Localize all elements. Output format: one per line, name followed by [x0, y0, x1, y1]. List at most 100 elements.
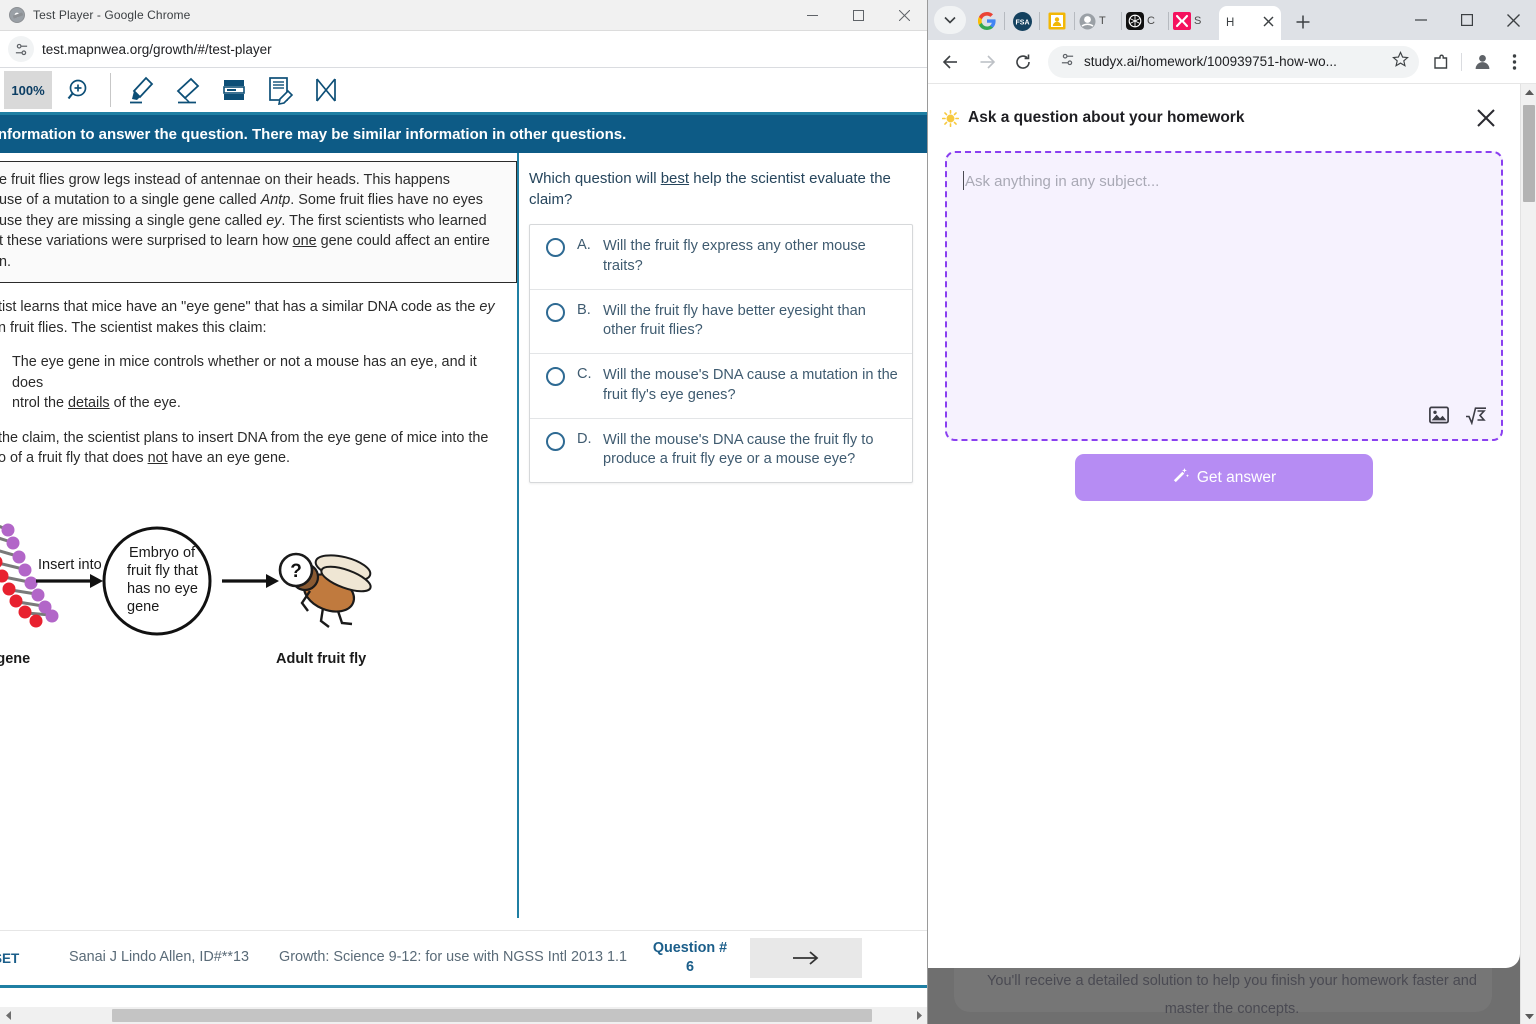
contact-card-icon	[1048, 12, 1066, 30]
scroll-up-arrow[interactable]	[1521, 84, 1536, 100]
experiment-diagram: se eye gene Insert into Embryo of fruit …	[0, 511, 428, 691]
modal-header: Ask a question about your homework	[928, 84, 1520, 132]
omnibox[interactable]: studyx.ai/homework/100939751-how-wo...	[1048, 45, 1419, 78]
tab-t[interactable]: T	[1075, 4, 1121, 38]
maximize-button[interactable]	[1444, 0, 1490, 40]
minimize-button[interactable]	[1398, 0, 1444, 40]
choice-letter-c: C.	[577, 366, 592, 383]
vertical-scrollbar[interactable]	[1520, 84, 1536, 1024]
radio-button-b[interactable]	[546, 302, 565, 322]
left-window-url[interactable]: test.mapnwea.org/growth/#/test-player	[42, 42, 272, 57]
extensions-icon[interactable]	[1425, 46, 1457, 78]
tab-google[interactable]	[970, 4, 1004, 38]
choice-letter-d: D.	[577, 430, 592, 447]
tab-chatgpt[interactable]: C	[1122, 4, 1168, 38]
tab-close-icon[interactable]	[1263, 14, 1274, 32]
profile-icon[interactable]	[1466, 46, 1498, 78]
choice-text-a: Will the fruit fly express any other mou…	[603, 238, 866, 275]
test-player-body: e fruit flies grow legs instead of anten…	[0, 153, 927, 918]
tab-t-label: T	[1099, 15, 1106, 27]
close-icon[interactable]	[1472, 104, 1500, 132]
image-upload-icon[interactable]	[1429, 406, 1449, 424]
back-icon[interactable]	[934, 45, 968, 79]
get-answer-label: Get answer	[1196, 468, 1277, 486]
claim-underline-details: details	[68, 395, 110, 412]
tab-homework[interactable]: H	[1219, 6, 1281, 40]
answer-choice-c[interactable]: C. Will the mouse's DNA cause a mutation…	[530, 354, 912, 419]
cross-out-icon[interactable]	[303, 70, 349, 110]
input-tools	[1429, 405, 1487, 425]
bookmark-star-icon[interactable]	[1392, 50, 1409, 73]
next-question-button[interactable]	[750, 938, 862, 978]
scroll-right-arrow[interactable]	[911, 1007, 927, 1024]
new-tab-button[interactable]	[1289, 8, 1317, 36]
horizontal-scrollbar[interactable]	[0, 1007, 927, 1024]
question-input-area[interactable]: Ask anything in any subject...	[945, 151, 1503, 441]
para1-gene-ey: ey	[479, 299, 495, 316]
para1-line2: n fruit flies. The scientist makes this …	[0, 319, 267, 336]
scroll-left-arrow[interactable]	[0, 1007, 17, 1024]
question-number-label: Question #	[652, 939, 728, 956]
answer-choice-a[interactable]: A. Will the fruit fly express any other …	[530, 225, 912, 290]
close-button[interactable]	[1490, 0, 1536, 40]
highlighter-icon[interactable]	[119, 70, 165, 110]
test-player-toolbar: 100%	[0, 68, 927, 115]
question-input-placeholder: Ask anything in any subject...	[965, 173, 1160, 190]
radio-button-a[interactable]	[546, 238, 565, 258]
tab-search-chevron-icon[interactable]	[934, 6, 966, 34]
chrome-menu-icon[interactable]	[1498, 46, 1530, 78]
forward-icon[interactable]	[970, 45, 1004, 79]
scroll-down-arrow[interactable]	[1521, 1008, 1536, 1024]
plan-line-2b: have an eye gene.	[167, 449, 291, 466]
radio-button-d[interactable]	[546, 431, 565, 451]
close-button[interactable]	[881, 0, 927, 31]
eraser-icon[interactable]	[165, 70, 211, 110]
math-formula-icon[interactable]	[1465, 405, 1487, 425]
site-settings-icon[interactable]	[1060, 52, 1075, 72]
stimulus-paragraph-1: tist learns that mice have an "eye gene"…	[0, 297, 517, 338]
page-viewport: S You'll receive a detailed solution to …	[928, 84, 1536, 1024]
tab-studyx[interactable]: S	[1169, 4, 1215, 38]
horizontal-scroll-thumb[interactable]	[112, 1009, 872, 1022]
toolbar-divider	[110, 73, 111, 107]
banner-text: ne information to answer the question. T…	[0, 125, 627, 143]
site-settings-icon[interactable]	[8, 36, 34, 62]
answer-choices-list: A. Will the fruit fly express any other …	[529, 224, 913, 483]
tab-chatgpt-label: C	[1147, 15, 1155, 27]
line-reader-icon[interactable]	[211, 70, 257, 110]
fruit-fly-icon: ?	[278, 552, 372, 628]
minimize-button[interactable]	[789, 0, 835, 31]
left-window-titlebar: Test Player - Google Chrome	[0, 0, 927, 31]
get-answer-button[interactable]: Get answer	[1075, 454, 1373, 501]
embryo-label-l4: gene	[127, 599, 159, 615]
ask-question-modal: Ask a question about your homework Ask a…	[928, 84, 1520, 968]
horizontal-scroll-track[interactable]	[17, 1007, 911, 1024]
claim-line-2a: ntrol the	[12, 395, 68, 412]
choice-letter-a: A.	[577, 237, 591, 254]
reset-button[interactable]: ESET	[0, 951, 54, 966]
magnifier-plus-icon[interactable]	[56, 70, 102, 110]
boxed-underline-one: one	[292, 233, 317, 250]
studyx-chrome-window: FSA T C S H studyx.ai/homework/100939751…	[928, 0, 1536, 1024]
test-player-footer: ESET Sanai J Lindo Allen, ID#**13 Growth…	[0, 930, 927, 988]
maximize-button[interactable]	[835, 0, 881, 31]
reload-icon[interactable]	[1006, 45, 1040, 79]
tab-contacts[interactable]	[1040, 4, 1074, 38]
notepad-icon[interactable]	[257, 70, 303, 110]
omnibox-url[interactable]: studyx.ai/homework/100939751-how-wo...	[1084, 54, 1392, 69]
left-window-urlbar[interactable]: test.mapnwea.org/growth/#/test-player	[0, 31, 927, 68]
test-player-window: Test Player - Google Chrome test.mapnwea…	[0, 0, 928, 1024]
tab-fsa[interactable]: FSA	[1005, 4, 1039, 38]
right-window-controls	[1398, 0, 1536, 40]
magic-wand-icon	[1172, 467, 1189, 489]
answer-choice-b[interactable]: B. Will the fruit fly have better eyesig…	[530, 290, 912, 355]
google-icon	[978, 12, 996, 30]
question-pane: Which question will best help the scient…	[519, 153, 927, 918]
prompt-part-a: Which question will	[529, 170, 661, 187]
radio-button-c[interactable]	[546, 367, 565, 387]
answer-choice-d[interactable]: D. Will the mouse's DNA cause the fruit …	[530, 419, 912, 482]
fsa-icon: FSA	[1012, 11, 1032, 31]
adult-fruit-fly-label: Adult fruit fly	[276, 651, 366, 667]
vertical-scroll-thumb[interactable]	[1523, 105, 1535, 202]
toolbar-right-actions	[1425, 46, 1530, 78]
